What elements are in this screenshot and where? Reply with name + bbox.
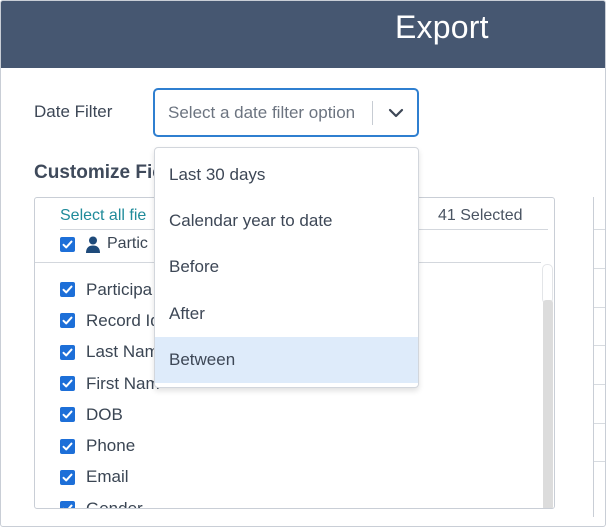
page-title: Export (395, 9, 489, 45)
option-before[interactable]: Before (155, 244, 418, 290)
select-separator (372, 101, 373, 125)
field-item[interactable]: Email (60, 462, 160, 493)
header-bar: Export (1, 1, 605, 68)
divider (594, 307, 605, 308)
divider (594, 461, 605, 462)
side-panel (593, 197, 605, 517)
field-label: Last Nam (86, 342, 159, 362)
field-group-participant[interactable]: Partic (60, 234, 148, 254)
field-label: Record Id (86, 310, 160, 330)
field-checkbox[interactable] (60, 376, 75, 392)
field-checkbox[interactable] (60, 407, 75, 423)
customize-fields-title: Customize Fie (34, 162, 163, 183)
divider (594, 384, 605, 385)
field-checkbox[interactable] (60, 469, 75, 485)
field-item[interactable]: Record Id (60, 305, 160, 336)
select-all-link[interactable]: Select all fie (60, 207, 146, 225)
field-item[interactable]: Participa (60, 274, 160, 305)
option-calendar-year-to-date[interactable]: Calendar year to date (155, 198, 418, 244)
group-checkbox[interactable] (60, 236, 75, 252)
field-checkbox[interactable] (60, 438, 75, 454)
field-item[interactable]: Phone (60, 430, 160, 461)
field-label: Gender (86, 498, 143, 509)
option-after[interactable]: After (155, 291, 418, 337)
field-checkbox[interactable] (60, 282, 75, 298)
scrollbar-thumb[interactable] (543, 300, 553, 508)
divider (594, 423, 605, 424)
person-icon (85, 236, 101, 253)
date-filter-select[interactable]: Select a date filter option (153, 88, 419, 137)
group-label: Partic (107, 235, 148, 252)
option-between[interactable]: Between (155, 337, 418, 383)
field-item[interactable]: First Nam (60, 368, 160, 399)
divider (594, 268, 605, 269)
date-filter-label: Date Filter (34, 102, 113, 121)
divider (594, 229, 605, 230)
field-checkbox[interactable] (60, 501, 75, 508)
export-window: Export Date Filter Select a date filter … (0, 0, 606, 527)
scrollbar-up-button[interactable] (542, 264, 553, 304)
option-last-30-days[interactable]: Last 30 days (155, 152, 418, 198)
field-item[interactable]: Gender (60, 493, 160, 509)
field-item[interactable]: Last Nam (60, 337, 160, 368)
field-item[interactable]: DOB (60, 399, 160, 430)
field-label: Participa (86, 279, 153, 299)
field-checkbox[interactable] (60, 313, 75, 329)
field-list: Participa Record Id Last Nam First Nam D… (60, 274, 160, 509)
field-label: Email (86, 467, 129, 487)
field-checkbox[interactable] (60, 344, 75, 360)
date-filter-placeholder: Select a date filter option (168, 103, 356, 122)
field-label: First Nam (86, 373, 160, 393)
selected-count: 41 Selected (438, 207, 523, 224)
chevron-down-icon[interactable] (387, 104, 405, 122)
date-filter-dropdown: Last 30 days Calendar year to date Befor… (154, 147, 419, 388)
field-label: DOB (86, 404, 123, 424)
field-label: Phone (86, 436, 136, 456)
divider (594, 345, 605, 346)
